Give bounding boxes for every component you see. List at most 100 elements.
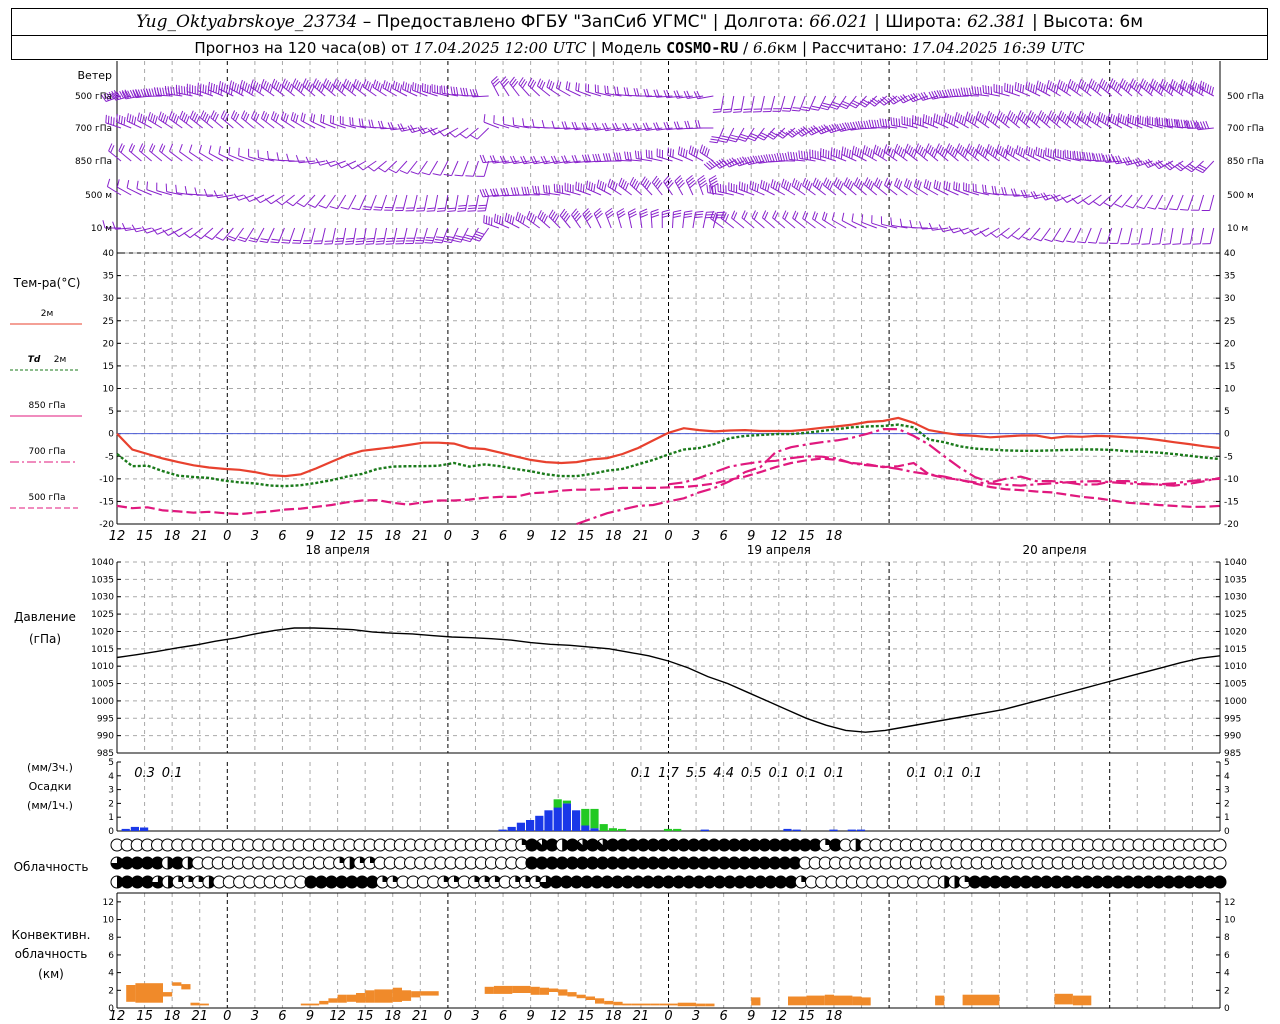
y-tick-label-right: 40 bbox=[1224, 249, 1236, 259]
wind-barb-flag bbox=[722, 111, 732, 113]
wind-barb-flag bbox=[908, 146, 913, 155]
precip-bar-snow bbox=[673, 828, 682, 831]
wind-barb-flag bbox=[1102, 114, 1106, 123]
wind-barb-flag bbox=[165, 115, 169, 124]
wind-barb-flag bbox=[814, 179, 819, 188]
wind-barb-flag bbox=[283, 112, 287, 121]
wind-barb-flag bbox=[388, 168, 397, 174]
wind-barb-flag bbox=[958, 183, 960, 192]
wind-label: Ветер bbox=[78, 69, 112, 82]
wind-barb-flag bbox=[810, 108, 819, 111]
wind-barb-flag bbox=[792, 210, 797, 219]
wind-barb-flag bbox=[260, 110, 265, 119]
x-tick-label: 0 bbox=[664, 529, 672, 544]
wind-barb-flag bbox=[706, 148, 710, 157]
wind-barb-flag bbox=[108, 143, 113, 152]
wind-barb-flag bbox=[427, 207, 436, 210]
wind-barb-flag bbox=[332, 78, 337, 87]
x-tick-label: 12 bbox=[109, 1009, 126, 1024]
wind-barb-flag bbox=[1049, 112, 1055, 120]
wind-barb-flag bbox=[990, 147, 995, 155]
wind-barb-flag bbox=[874, 119, 877, 128]
wind-barb-flag bbox=[854, 146, 857, 156]
wind-barb-flag bbox=[298, 83, 303, 92]
wind-barb-flag bbox=[771, 153, 775, 162]
convective-bar bbox=[585, 996, 595, 1000]
wind-barb-flag bbox=[859, 149, 862, 158]
x-tick-label: 12 bbox=[329, 1009, 346, 1024]
wind-barb-flag bbox=[526, 210, 531, 219]
wind-barb-flag bbox=[761, 210, 767, 218]
wind-barb-flag bbox=[1132, 115, 1135, 125]
wind-barb-flag bbox=[295, 114, 299, 123]
precip-unit-3h: (мм/3ч.) bbox=[27, 761, 73, 774]
wind-barb-flag bbox=[827, 180, 832, 189]
wind-barb-flag bbox=[921, 148, 926, 157]
wind-barb-flag bbox=[970, 146, 975, 155]
convective-bar bbox=[622, 1003, 632, 1006]
wind-barb-flag bbox=[1078, 78, 1082, 87]
wind-barb-flag bbox=[250, 110, 256, 119]
convective-bar bbox=[613, 1001, 623, 1006]
temperature-panel: -20 -20-15 -15-10 -10-5 -50 05 510 1015 1520 2025… bbox=[99, 249, 1239, 557]
wind-barb-flag bbox=[1182, 243, 1191, 245]
wind-barb-flag bbox=[1079, 151, 1082, 160]
x-tick-label: 9 bbox=[306, 1009, 314, 1024]
y-tick-label: 995 bbox=[97, 714, 114, 724]
precip-3h-label: 0.1 bbox=[768, 766, 789, 781]
y-tick-label-right: 4 bbox=[1224, 969, 1230, 979]
wind-barb-flag bbox=[831, 104, 839, 108]
precip-bar-snow bbox=[562, 800, 571, 804]
x-tick-label: 9 bbox=[747, 1009, 755, 1024]
y-tick-label-right: 15 bbox=[1224, 362, 1235, 372]
wind-barb-flag bbox=[1090, 80, 1095, 88]
wind-barb bbox=[352, 227, 357, 244]
wind-barb-flag bbox=[410, 171, 419, 175]
wind-barb bbox=[440, 160, 449, 176]
wind-barb-flag bbox=[890, 117, 893, 126]
wind-barb bbox=[1149, 227, 1154, 244]
x-tick-label: 15 bbox=[798, 1009, 815, 1024]
x-tick-label: 21 bbox=[412, 529, 429, 544]
wind-barb-flag bbox=[779, 152, 783, 161]
wind-barb-flag bbox=[724, 214, 729, 222]
wind-level-label-right: 500 м bbox=[1227, 191, 1254, 201]
wind-barb-flag bbox=[136, 180, 139, 189]
wind-barb-flag bbox=[173, 86, 175, 96]
wind-barb-flag bbox=[790, 151, 793, 160]
wind-barb-flag bbox=[240, 110, 246, 119]
x-tick-label: 21 bbox=[191, 1009, 208, 1024]
convective-label-1: Конвективн. bbox=[12, 928, 91, 942]
precipitation-panel: 0 0 1 1 2 2 3 3 4 4 5 5 0.3 0.1 0.1 1.7 5.5 4.4 0.5 0.1 0.1 0… bbox=[108, 758, 1230, 837]
convective-bar bbox=[788, 996, 807, 1006]
wind-barb-flag bbox=[445, 235, 454, 239]
wind-barb-flag bbox=[988, 145, 992, 154]
wind-barb-flag bbox=[992, 148, 997, 157]
y-tick-label-right: 1035 bbox=[1224, 575, 1247, 585]
wind-barb-flag bbox=[784, 212, 789, 220]
convective-bar bbox=[392, 987, 402, 1002]
wind-barb-flag bbox=[986, 110, 990, 119]
wind-barb-flag bbox=[1009, 84, 1011, 93]
wind-barb-flag bbox=[977, 86, 980, 95]
wind-barb-flag bbox=[164, 85, 167, 94]
x-tick-label: 12 bbox=[771, 1009, 788, 1024]
wind-barb bbox=[1117, 227, 1123, 244]
wind-barb-flag bbox=[1013, 115, 1018, 124]
precip-3h-label: 4.4 bbox=[713, 766, 734, 781]
wind-barb-flag bbox=[1151, 243, 1160, 245]
y-tick-label: 1040 bbox=[91, 558, 114, 568]
wind-barb-flag bbox=[804, 179, 809, 188]
legend-td-label-2: 2м bbox=[54, 355, 67, 365]
wind-barb-flag bbox=[140, 89, 145, 97]
wind-barb-flag bbox=[482, 189, 487, 197]
wind-barb-flag bbox=[551, 120, 555, 129]
wind-barb-flag bbox=[432, 173, 441, 176]
wind-barb-flag bbox=[624, 151, 627, 160]
wind-barb-flag bbox=[521, 186, 525, 195]
wind-barb-flag bbox=[721, 135, 730, 138]
wind-barb-flag bbox=[787, 151, 790, 160]
wind-barb-flag bbox=[1111, 79, 1116, 88]
wind-barb-flag bbox=[496, 214, 499, 223]
wind-barb-flag bbox=[961, 116, 965, 125]
